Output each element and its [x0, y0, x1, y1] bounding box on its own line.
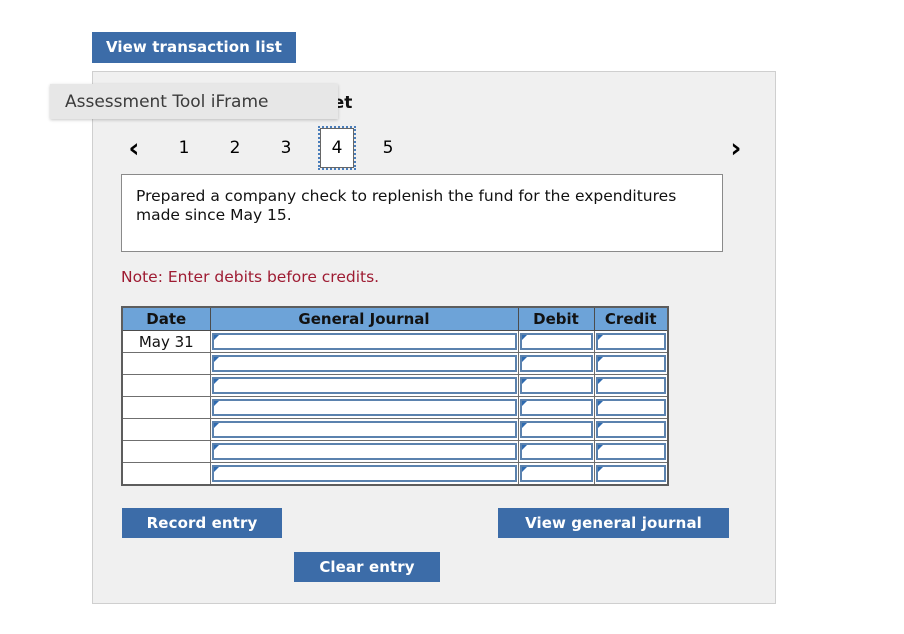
page-root: View transaction list Journal entry work…	[0, 0, 904, 634]
debit-input[interactable]	[519, 333, 593, 350]
date-cell[interactable]	[121, 418, 211, 441]
debit-input[interactable]	[519, 355, 593, 372]
credit-cell[interactable]	[593, 418, 669, 441]
debits-before-credits-note: Note: Enter debits before credits.	[121, 268, 380, 286]
worksheet-pager: ‹ 1 2 3 4 5 ›	[121, 126, 749, 170]
pager-page-2[interactable]: 2	[218, 128, 252, 168]
general-journal-cell[interactable]	[209, 396, 519, 419]
date-cell[interactable]	[121, 374, 211, 397]
credit-cell[interactable]	[593, 374, 669, 397]
debit-input[interactable]	[519, 421, 593, 438]
date-cell[interactable]	[121, 440, 211, 463]
debit-cell[interactable]	[517, 440, 595, 463]
debit-cell[interactable]	[517, 396, 595, 419]
column-header-date: Date	[121, 306, 211, 331]
general-journal-input[interactable]	[211, 443, 517, 460]
table-row	[121, 418, 669, 441]
credit-cell[interactable]	[593, 396, 669, 419]
chevron-left-icon[interactable]: ‹	[121, 128, 147, 168]
general-journal-cell[interactable]	[209, 374, 519, 397]
general-journal-input[interactable]	[211, 421, 517, 438]
general-journal-cell[interactable]	[209, 440, 519, 463]
debit-cell[interactable]	[517, 418, 595, 441]
journal-entry-panel: Journal entry worksheet ‹ 1 2 3 4 5 › Pr…	[92, 71, 776, 604]
credit-input[interactable]	[595, 443, 666, 460]
general-journal-cell[interactable]	[209, 418, 519, 441]
credit-cell[interactable]	[593, 440, 669, 463]
credit-input[interactable]	[595, 377, 666, 394]
column-header-general-journal: General Journal	[209, 306, 519, 331]
column-header-debit: Debit	[517, 306, 595, 331]
view-transaction-list-button[interactable]: View transaction list	[92, 32, 296, 63]
record-entry-button[interactable]: Record entry	[122, 508, 282, 538]
date-cell[interactable]	[121, 462, 211, 486]
general-journal-input[interactable]	[211, 377, 517, 394]
general-journal-input[interactable]	[211, 333, 517, 350]
credit-cell[interactable]	[593, 462, 669, 486]
iframe-tooltip: Assessment Tool iFrame	[50, 84, 338, 119]
pager-page-5[interactable]: 5	[371, 128, 405, 168]
clear-entry-button[interactable]: Clear entry	[294, 552, 440, 582]
table-row	[121, 352, 669, 375]
date-cell[interactable]: May 31	[121, 330, 211, 353]
pager-page-1[interactable]: 1	[167, 128, 201, 168]
pager-page-4[interactable]: 4	[318, 126, 356, 170]
table-row: May 31	[121, 330, 669, 353]
table-row	[121, 440, 669, 463]
table-row	[121, 462, 669, 486]
credit-input[interactable]	[595, 399, 666, 416]
debit-cell[interactable]	[517, 330, 595, 353]
general-journal-cell[interactable]	[209, 462, 519, 486]
table-header-row: Date General Journal Debit Credit	[121, 306, 669, 331]
date-cell[interactable]	[121, 352, 211, 375]
general-journal-input[interactable]	[211, 355, 517, 372]
debit-input[interactable]	[519, 443, 593, 460]
credit-input[interactable]	[595, 465, 666, 482]
general-journal-table: Date General Journal Debit Credit May 31	[121, 306, 669, 486]
general-journal-input[interactable]	[211, 399, 517, 416]
transaction-description: Prepared a company check to replenish th…	[121, 174, 723, 252]
table-row	[121, 396, 669, 419]
general-journal-input[interactable]	[211, 465, 517, 482]
general-journal-cell[interactable]	[209, 352, 519, 375]
credit-cell[interactable]	[593, 352, 669, 375]
view-general-journal-button[interactable]: View general journal	[498, 508, 729, 538]
credit-input[interactable]	[595, 355, 666, 372]
debit-cell[interactable]	[517, 374, 595, 397]
table-row	[121, 374, 669, 397]
debit-cell[interactable]	[517, 352, 595, 375]
pager-page-list: 1 2 3 4 5	[167, 126, 422, 170]
general-journal-cell[interactable]	[209, 330, 519, 353]
debit-input[interactable]	[519, 399, 593, 416]
debit-input[interactable]	[519, 465, 593, 482]
debit-cell[interactable]	[517, 462, 595, 486]
pager-page-3[interactable]: 3	[269, 128, 303, 168]
credit-cell[interactable]	[593, 330, 669, 353]
credit-input[interactable]	[595, 421, 666, 438]
chevron-right-icon[interactable]: ›	[723, 128, 749, 168]
debit-input[interactable]	[519, 377, 593, 394]
column-header-credit: Credit	[593, 306, 669, 331]
date-cell[interactable]	[121, 396, 211, 419]
credit-input[interactable]	[595, 333, 666, 350]
